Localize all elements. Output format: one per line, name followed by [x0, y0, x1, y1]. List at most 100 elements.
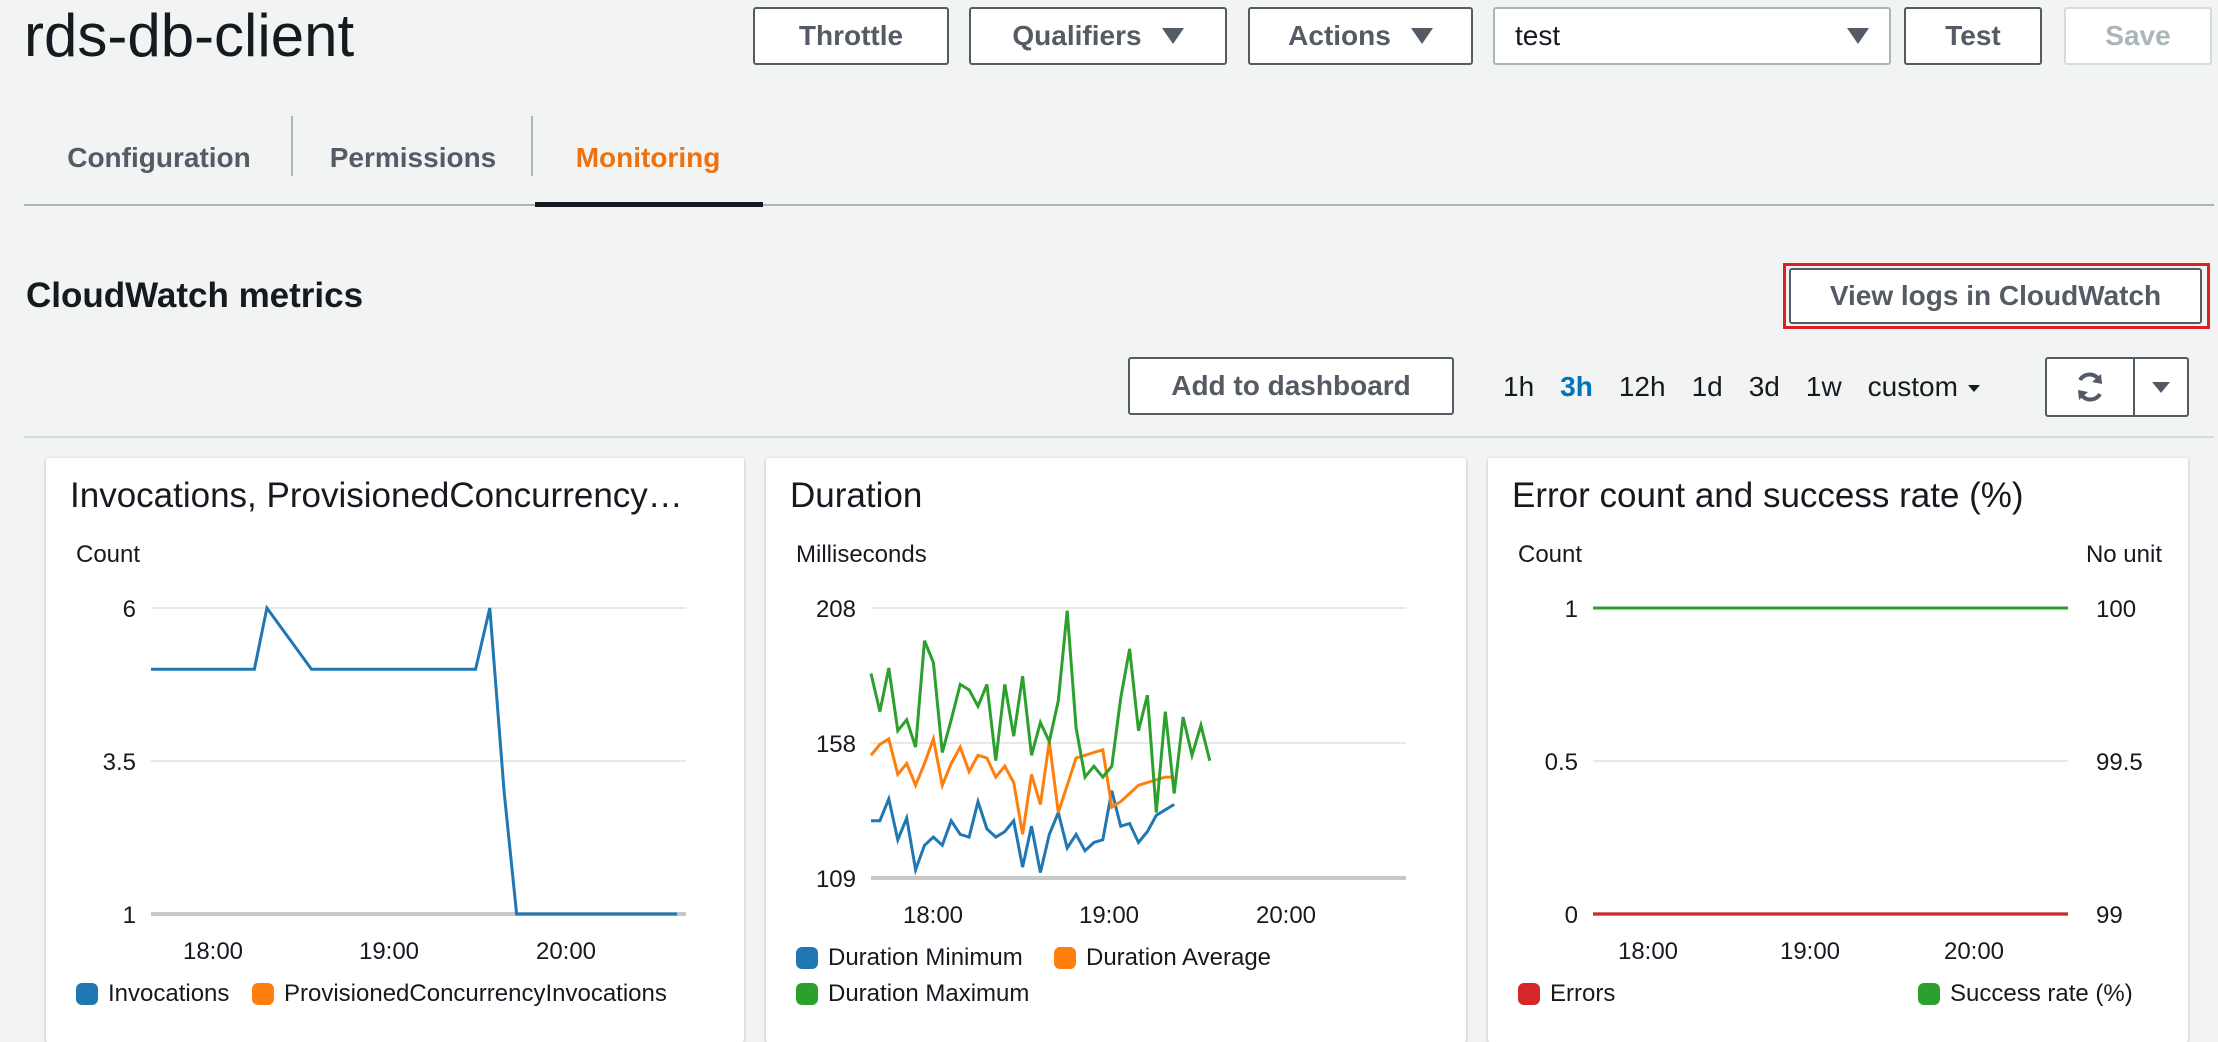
- section-title: CloudWatch metrics: [26, 276, 364, 315]
- legend-item: Duration Maximum: [796, 980, 1029, 1008]
- legend-swatch: [796, 983, 818, 1005]
- legend-label: Success rate (%): [1950, 980, 2133, 1007]
- y-tick-label: 109: [816, 866, 856, 893]
- caret-down-icon: [1967, 385, 1980, 393]
- test-event-select-value: test: [1515, 20, 1561, 51]
- refresh-button[interactable]: [2047, 359, 2135, 415]
- range-custom-label: custom: [1867, 371, 1958, 402]
- throttle-button-label: Throttle: [798, 20, 904, 51]
- legend-item: Duration Average: [1054, 944, 1271, 972]
- save-button[interactable]: Save: [2064, 7, 2212, 65]
- x-tick-label: 19:00: [1079, 902, 1139, 929]
- legend-swatch: [252, 983, 274, 1005]
- refresh-options-button[interactable]: [2135, 359, 2187, 415]
- y-tick-label: 0.5: [1545, 749, 1578, 776]
- tab-monitoring[interactable]: Monitoring: [534, 112, 762, 204]
- actions-button[interactable]: Actions: [1248, 7, 1473, 65]
- legend-label: ProvisionedConcurrencyInvocations: [284, 980, 667, 1007]
- legend-item: Success rate (%): [1918, 980, 2133, 1008]
- throttle-button[interactable]: Throttle: [753, 7, 949, 65]
- y-tick-label: 158: [816, 731, 856, 758]
- caret-down-icon: [1161, 28, 1184, 44]
- x-tick-label: 19:00: [359, 938, 419, 965]
- legend-swatch: [1518, 983, 1540, 1005]
- time-range-selector: 1h 3h 12h 1d 3d 1w custom: [1490, 365, 1993, 409]
- range-1w[interactable]: 1w: [1793, 371, 1855, 403]
- series-line-2: [869, 733, 1175, 835]
- x-tick-label: 19:00: [1780, 938, 1840, 965]
- legend-label: Duration Maximum: [828, 980, 1030, 1007]
- duration-widget: Duration Milliseconds 208 158 109 18:00 19:00…: [766, 458, 1466, 1042]
- x-tick-label: 20:00: [1944, 938, 2004, 965]
- add-to-dashboard-label: Add to dashboard: [1171, 370, 1411, 401]
- range-1h[interactable]: 1h: [1490, 371, 1547, 403]
- tab-label: Permissions: [329, 142, 497, 173]
- refresh-button-group: [2045, 357, 2189, 417]
- y-axis-label: Count: [1518, 541, 1582, 568]
- y-tick-label: 208: [816, 596, 856, 623]
- legend-label: Duration Average: [1086, 944, 1272, 971]
- legend-item: ProvisionedConcurrencyInvocations: [252, 980, 667, 1008]
- test-button[interactable]: Test: [1904, 7, 2042, 65]
- caret-down-icon: [2152, 381, 2170, 393]
- legend-swatch: [796, 947, 818, 969]
- caret-down-icon: [1410, 28, 1433, 44]
- add-to-dashboard-button[interactable]: Add to dashboard: [1128, 357, 1454, 415]
- range-12h[interactable]: 12h: [1606, 371, 1679, 403]
- tab-label: Configuration: [67, 142, 251, 173]
- section-divider: [24, 436, 2214, 438]
- tab-permissions[interactable]: Permissions: [294, 112, 532, 204]
- y-tick-label: 3.5: [103, 749, 136, 776]
- y-tick-label: 1: [1565, 596, 1578, 623]
- qualifiers-button-label: Qualifiers: [1012, 20, 1142, 51]
- y2-tick-label: 99.5: [2096, 749, 2143, 776]
- save-button-label: Save: [2105, 20, 2171, 51]
- view-logs-button[interactable]: View logs in CloudWatch: [1789, 268, 2202, 324]
- range-1d[interactable]: 1d: [1679, 371, 1736, 403]
- invocations-widget: Invocations, ProvisionedConcurrency… Cou…: [46, 458, 744, 1042]
- y-axis-label: Count: [76, 541, 140, 568]
- error-success-chart: Count No unit 1 100 0.5 99.5 0 99 18:00 19:00 20:0…: [1518, 541, 2162, 965]
- range-custom[interactable]: custom: [1855, 371, 1993, 403]
- x-tick-label: 18:00: [1618, 938, 1678, 965]
- legend-label: Duration Minimum: [828, 944, 1023, 971]
- legend-swatch: [1918, 983, 1940, 1005]
- view-logs-label: View logs in CloudWatch: [1829, 280, 2162, 311]
- caret-down-icon: [1847, 28, 1869, 44]
- x-tick-label: 20:00: [536, 938, 596, 965]
- tab-separator: [291, 116, 293, 176]
- range-3h[interactable]: 3h: [1547, 371, 1606, 403]
- qualifiers-button[interactable]: Qualifiers: [969, 7, 1227, 65]
- legend-item: Invocations: [76, 980, 229, 1008]
- error-success-widget: Error count and success rate (%) Count No…: [1488, 458, 2188, 1042]
- x-tick-label: 20:00: [1256, 902, 1316, 929]
- actions-button-label: Actions: [1288, 20, 1391, 51]
- tab-bar: Configuration Permissions Monitoring: [24, 112, 2214, 207]
- range-3d[interactable]: 3d: [1736, 371, 1793, 403]
- page-title: rds-db-client: [24, 2, 355, 69]
- series-line-3: [869, 610, 1212, 813]
- x-tick-label: 18:00: [903, 902, 963, 929]
- tab-configuration[interactable]: Configuration: [24, 112, 294, 204]
- tab-label: Monitoring: [575, 142, 721, 173]
- test-button-label: Test: [1945, 20, 2001, 51]
- y-tick-label: 1: [123, 902, 136, 929]
- legend-item: Errors: [1518, 980, 1615, 1008]
- tab-separator: [531, 116, 533, 176]
- test-event-select[interactable]: test: [1493, 7, 1891, 65]
- y2-tick-label: 99: [2096, 902, 2123, 929]
- y-axis-label: Milliseconds: [796, 541, 927, 568]
- legend-label: Errors: [1550, 980, 1616, 1007]
- legend-label: Invocations: [108, 980, 230, 1007]
- active-tab-indicator: [535, 202, 763, 207]
- invocations-chart: Count 6 3.5 1 18:00 19:00 20:00: [76, 541, 686, 965]
- x-tick-label: 18:00: [183, 938, 243, 965]
- legend-swatch: [1054, 947, 1076, 969]
- y2-axis-label: No unit: [2086, 541, 2162, 568]
- legend-swatch: [76, 983, 98, 1005]
- y2-tick-label: 100: [2096, 596, 2136, 623]
- y-tick-label: 6: [123, 596, 136, 623]
- y-tick-label: 0: [1565, 902, 1578, 929]
- legend-item: Duration Minimum: [796, 944, 1023, 972]
- refresh-icon: [2078, 372, 2102, 402]
